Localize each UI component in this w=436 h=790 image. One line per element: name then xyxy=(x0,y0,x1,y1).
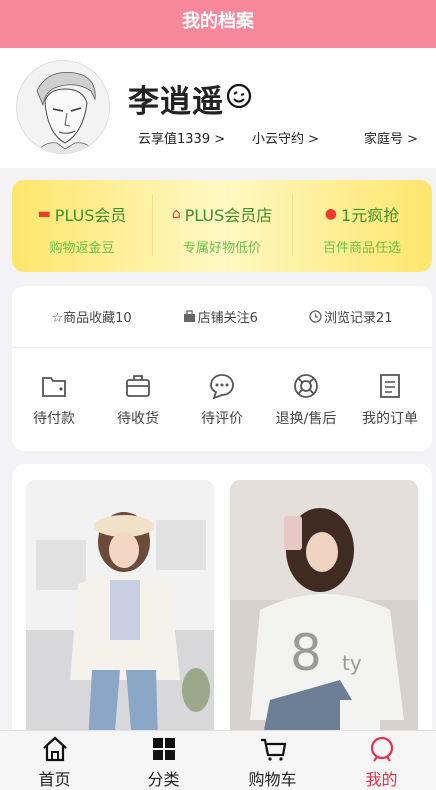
plus-item-subtitle: 专属好物低价 xyxy=(182,241,261,256)
tab-label: 我的 xyxy=(365,770,398,789)
cart-icon xyxy=(260,738,286,761)
page-title: 我的档案 xyxy=(182,11,254,32)
monitor-icon: ▬ xyxy=(37,206,51,222)
grid-icon xyxy=(152,738,175,760)
order-item-label: 待付款 xyxy=(33,411,75,427)
order-item-label: 退换/售后 xyxy=(275,411,337,427)
product-feed: 8 ty xyxy=(12,464,432,754)
user-icon xyxy=(370,736,393,762)
product-image[interactable]: 8 ty xyxy=(230,480,418,750)
tab-label: 分类 xyxy=(147,770,180,789)
favorites-link[interactable]: ☆商品收藏10 xyxy=(51,307,131,326)
profile-section: 李逍遥 云享值1339 > 小云守约 > 家庭号 > xyxy=(0,48,436,168)
svg-text:8: 8 xyxy=(290,624,322,682)
plus-card: ▬ PLUS会员 购物返金豆 ⌂ PLUS会员店 专属好物低价 ● 1元疯抢 百… xyxy=(12,180,432,272)
plus-member-item[interactable]: ▬ PLUS会员 购物返金豆 xyxy=(12,180,152,272)
flash-sale-item[interactable]: ● 1元疯抢 百件商品任选 xyxy=(292,180,432,272)
smile-icon[interactable] xyxy=(226,83,252,109)
tab-category[interactable]: 分类 xyxy=(109,731,218,790)
balloon-icon: ● xyxy=(324,206,338,222)
orders-header: ☆商品收藏10 店铺关注6 浏览记录21 xyxy=(12,286,432,348)
history-label: 浏览记录21 xyxy=(323,311,393,326)
home-icon xyxy=(42,736,67,762)
lifebuoy-icon xyxy=(294,374,318,398)
wallet-icon xyxy=(42,377,66,397)
tab-home[interactable]: 首页 xyxy=(0,731,109,790)
tab-cart[interactable]: 购物车 xyxy=(218,731,327,790)
cloud-score-link[interactable]: 云享值1339 > xyxy=(138,128,225,147)
order-item-label: 待收货 xyxy=(117,411,159,427)
clock-icon xyxy=(309,310,322,323)
briefcase-icon xyxy=(126,375,150,397)
plus-store-item[interactable]: ⌂ PLUS会员店 专属好物低价 xyxy=(152,180,292,272)
plus-item-title: PLUS会员店 xyxy=(184,206,273,225)
followed-shops-link[interactable]: 店铺关注6 xyxy=(183,307,258,326)
home-icon: ⌂ xyxy=(171,206,181,222)
avatar[interactable] xyxy=(16,60,110,154)
order-pending-review[interactable]: 待评价 xyxy=(180,372,264,428)
cloud-promise-link[interactable]: 小云守约 > xyxy=(252,128,319,147)
order-after-sales[interactable]: 退换/售后 xyxy=(264,372,348,428)
order-pending-payment[interactable]: 待付款 xyxy=(12,372,96,428)
favorites-label: ☆商品收藏10 xyxy=(51,311,132,326)
svg-text:ty: ty xyxy=(342,651,362,675)
user-name: 李逍遥 xyxy=(128,84,224,120)
followed-shops-label: 店铺关注6 xyxy=(197,311,258,326)
plus-item-title: PLUS会员 xyxy=(54,206,127,225)
orders-card: ☆商品收藏10 店铺关注6 浏览记录21 待付款 待收货 待评价 退换/售后 我… xyxy=(12,286,432,451)
history-link[interactable]: 浏览记录21 xyxy=(309,307,393,326)
product-image[interactable] xyxy=(26,480,214,750)
my-orders[interactable]: 我的订单 xyxy=(348,372,432,428)
order-item-label: 我的订单 xyxy=(362,411,418,427)
order-item-label: 待评价 xyxy=(201,411,243,427)
plus-item-title: 1元疯抢 xyxy=(341,206,400,225)
chat-icon xyxy=(210,374,234,400)
plus-item-subtitle: 百件商品任选 xyxy=(322,241,401,256)
tab-label: 购物车 xyxy=(248,770,297,789)
tab-mine[interactable]: 我的 xyxy=(327,731,436,790)
shop-bag-icon xyxy=(183,310,195,322)
plus-item-subtitle: 购物返金豆 xyxy=(49,241,115,256)
order-pending-receipt[interactable]: 待收货 xyxy=(96,372,180,428)
document-icon xyxy=(380,374,400,398)
family-number-link[interactable]: 家庭号 > xyxy=(364,128,418,147)
page-header: 我的档案 xyxy=(0,0,436,48)
bottom-tab-bar: 首页 分类 购物车 我的 xyxy=(0,730,436,790)
tab-label: 首页 xyxy=(38,770,71,789)
